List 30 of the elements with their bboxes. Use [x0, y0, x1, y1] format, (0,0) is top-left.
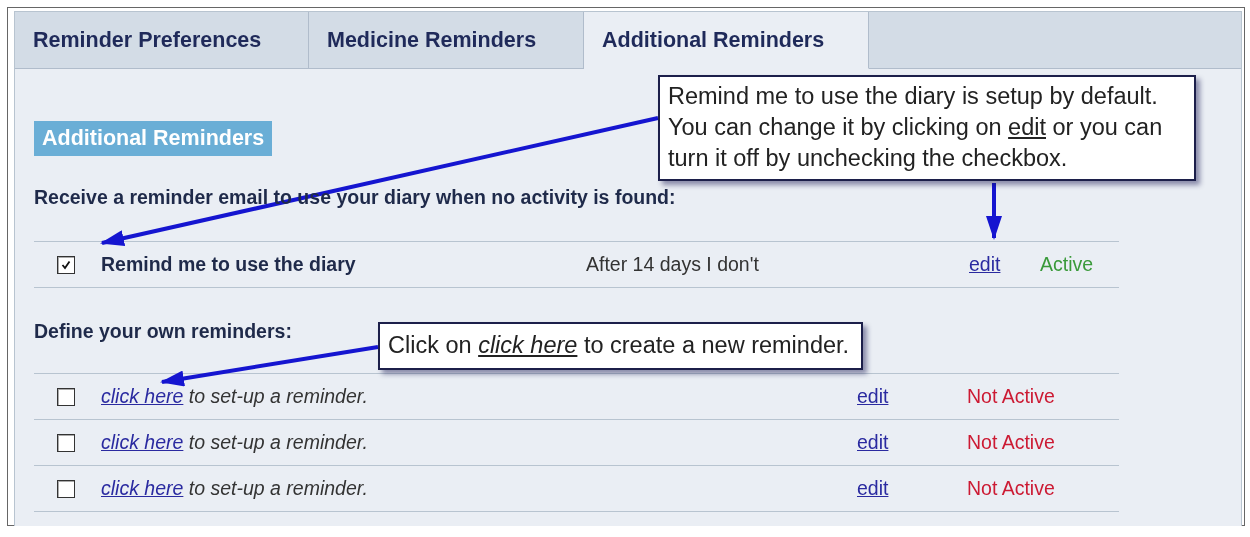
edit-link[interactable]: edit	[857, 385, 889, 408]
status-text: Not Active	[967, 431, 1056, 454]
checkmark-icon	[61, 259, 71, 270]
callout-link[interactable]: edit	[1008, 114, 1046, 140]
edit-link[interactable]: edit	[857, 431, 889, 454]
callout-link[interactable]: click here	[478, 332, 578, 358]
edit-link[interactable]: edit	[969, 253, 1001, 276]
status-text: Not Active	[967, 477, 1056, 500]
callout-note: Click on click here to create a new reminder.	[378, 322, 864, 370]
tab[interactable]: Reminder Preferences	[15, 12, 309, 69]
reminder-text: click here to set-up a reminder.	[101, 477, 369, 500]
reminder-text: click here to set-up a reminder.	[101, 385, 369, 408]
checkbox[interactable]	[57, 387, 75, 406]
reminder-label: Remind me to use the diary	[101, 253, 357, 276]
arrow	[986, 183, 1002, 240]
section-label: Define your own reminders:	[34, 320, 293, 343]
status-text: Active	[1040, 253, 1095, 276]
checkbox[interactable]	[57, 479, 75, 498]
checkbox[interactable]	[57, 433, 75, 452]
section-heading: Additional Reminders	[34, 121, 273, 156]
tab[interactable]: Medicine Reminders	[309, 12, 584, 69]
callout-note: Remind me to use the diary is setup by default. You can change it by clicking on edit or you can turn it off by unchecking the checkbox.	[658, 75, 1196, 181]
status-text: Not Active	[967, 385, 1056, 408]
checkbox[interactable]	[57, 255, 75, 274]
click-here-link[interactable]: click here	[101, 385, 184, 407]
schedule-text: After 14 days I don't	[586, 253, 760, 276]
click-here-link[interactable]: click here	[101, 431, 184, 453]
edit-link[interactable]: edit	[857, 477, 889, 500]
reminder-text: click here to set-up a reminder.	[101, 431, 369, 454]
click-here-link[interactable]: click here	[101, 477, 184, 499]
